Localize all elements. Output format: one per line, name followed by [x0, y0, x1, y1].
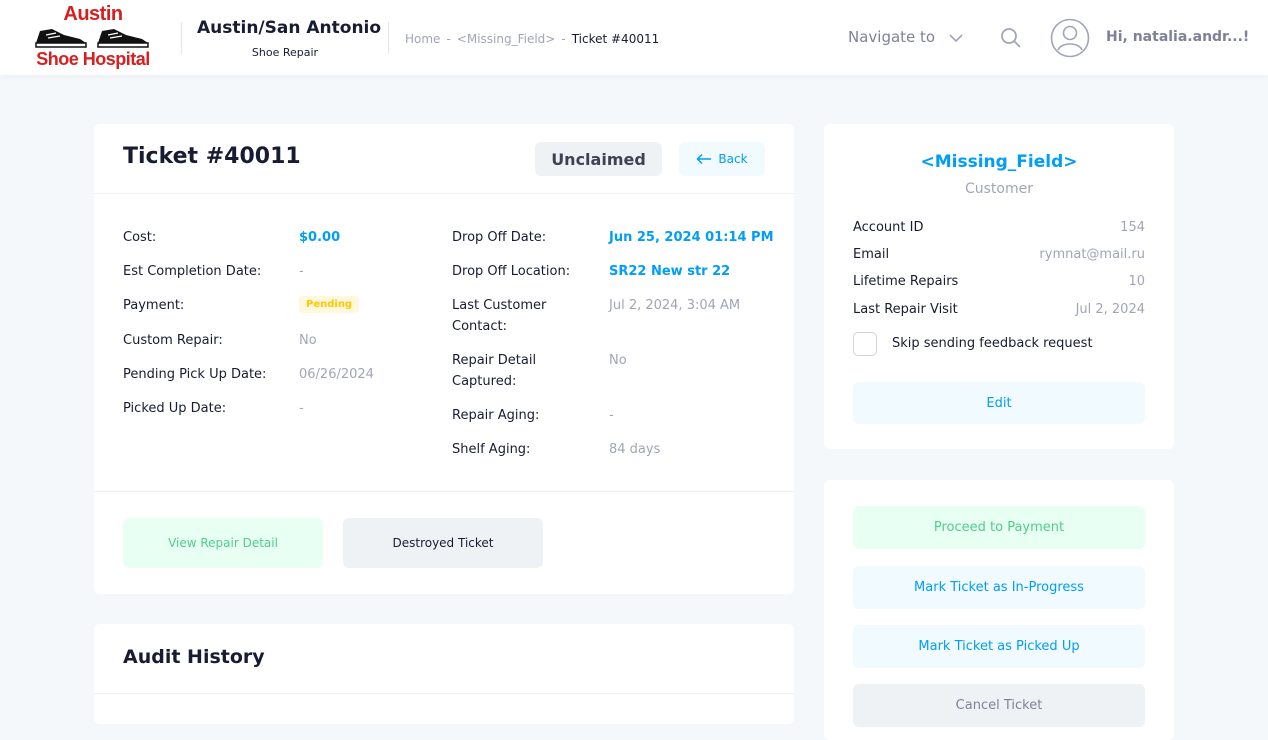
- drop-off-location-value[interactable]: SR22 New str 22: [609, 261, 730, 282]
- mark-picked-up-button[interactable]: Mark Ticket as Picked Up: [853, 625, 1145, 668]
- pending-pickup-label: Pending Pick Up Date:: [123, 367, 267, 382]
- last-repair-visit-row: Last Repair Visit Jul 2, 2024: [853, 302, 1145, 322]
- customer-name-link[interactable]: <Missing_Field>: [824, 152, 1174, 172]
- payment-status-badge: Pending: [299, 296, 360, 313]
- customer-card: <Missing_Field> Customer Account ID 154 …: [824, 124, 1174, 449]
- divider: [94, 491, 794, 492]
- mark-in-progress-button[interactable]: Mark Ticket as In-Progress: [853, 566, 1145, 609]
- ticket-title: Ticket #40011: [123, 144, 301, 169]
- repair-detail-captured-label: Repair Detail Captured:: [452, 353, 537, 389]
- ticket-actions-card: Proceed to Payment Mark Ticket as In-Pro…: [824, 480, 1174, 740]
- divider: [94, 693, 794, 694]
- pending-pickup-value: 06/26/2024: [299, 367, 374, 382]
- divider: [181, 22, 182, 54]
- customer-role: Customer: [964, 181, 1033, 197]
- sneakers-icon: [35, 29, 149, 48]
- est-completion-label: Est Completion Date:: [123, 264, 262, 279]
- logo-line-2: Shoe Hospital: [36, 49, 150, 69]
- cancel-ticket-button[interactable]: Cancel Ticket: [853, 684, 1145, 727]
- top-header: Austin Shoe Hospital Austin/San Antonio …: [0, 0, 1268, 75]
- brand-title: Austin/San Antonio: [197, 18, 382, 38]
- skip-feedback-checkbox[interactable]: [853, 332, 877, 356]
- shelf-aging-value: 84 days: [609, 442, 661, 457]
- last-repair-visit-label: Last Repair Visit: [853, 302, 958, 317]
- drop-off-date-value: Jun 25, 2024 01:14 PM: [609, 230, 774, 245]
- repair-aging-value: -: [609, 408, 614, 423]
- search-icon[interactable]: [1000, 27, 1022, 49]
- cost-value: $0.00: [299, 230, 341, 245]
- picked-up-value: -: [299, 401, 304, 416]
- lifetime-repairs-value: 10: [1128, 274, 1145, 289]
- account-id-value: 154: [1120, 220, 1145, 235]
- divider: [388, 22, 389, 54]
- account-id-label: Account ID: [853, 220, 924, 235]
- breadcrumb-separator: -: [561, 32, 566, 46]
- user-greeting[interactable]: Hi, natalia.andr...!: [1106, 29, 1249, 45]
- drop-off-location-label: Drop Off Location:: [452, 264, 571, 279]
- proceed-to-payment-button[interactable]: Proceed to Payment: [853, 506, 1145, 549]
- custom-repair-label: Custom Repair:: [123, 333, 223, 348]
- est-completion-value: -: [299, 264, 304, 279]
- edit-customer-button[interactable]: Edit: [853, 382, 1145, 424]
- divider: [94, 193, 794, 194]
- arrow-left-icon: [696, 153, 712, 165]
- logo[interactable]: Austin Shoe Hospital: [30, 3, 156, 73]
- breadcrumb-customer[interactable]: <Missing_Field>: [457, 32, 556, 46]
- repair-detail-captured-value: No: [609, 353, 627, 368]
- cost-label: Cost:: [123, 230, 157, 245]
- account-id-row: Account ID 154: [853, 220, 1145, 240]
- email-label: Email: [853, 247, 890, 262]
- email-row: Email rymnat@mail.ru: [853, 247, 1145, 267]
- brand-subtitle: Shoe Repair: [251, 46, 319, 59]
- skip-feedback-label[interactable]: Skip sending feedback request: [892, 336, 1093, 351]
- chevron-down-icon[interactable]: [948, 30, 964, 46]
- status-badge: Unclaimed: [535, 142, 662, 176]
- repair-aging-label: Repair Aging:: [452, 408, 540, 423]
- breadcrumb-home[interactable]: Home: [405, 32, 440, 46]
- email-value: rymnat@mail.ru: [1039, 247, 1145, 262]
- breadcrumb: Home - <Missing_Field> - Ticket #40011: [405, 32, 659, 46]
- last-contact-label: Last Customer Contact:: [452, 298, 547, 334]
- picked-up-label: Picked Up Date:: [123, 401, 227, 416]
- navigate-to-dropdown[interactable]: Navigate to: [848, 28, 935, 46]
- back-label: Back: [718, 152, 748, 166]
- last-repair-visit-value: Jul 2, 2024: [1075, 302, 1145, 317]
- drop-off-date-label: Drop Off Date:: [452, 230, 547, 245]
- user-avatar-icon[interactable]: [1050, 18, 1090, 58]
- ticket-card: Ticket #40011 Unclaimed Back Cost: $0.00…: [94, 124, 794, 594]
- shelf-aging-label: Shelf Aging:: [452, 442, 531, 457]
- breadcrumb-current: Ticket #40011: [571, 32, 660, 46]
- lifetime-repairs-row: Lifetime Repairs 10: [853, 274, 1145, 294]
- payment-label: Payment:: [123, 298, 185, 313]
- back-button[interactable]: Back: [679, 142, 765, 176]
- breadcrumb-separator: -: [446, 32, 451, 46]
- audit-history-title: Audit History: [123, 646, 265, 668]
- last-contact-value: Jul 2, 2024, 3:04 AM: [609, 298, 741, 313]
- audit-history-card: Audit History: [94, 624, 794, 724]
- custom-repair-value: No: [299, 333, 317, 348]
- view-repair-detail-button[interactable]: View Repair Detail: [123, 518, 323, 568]
- lifetime-repairs-label: Lifetime Repairs: [853, 274, 959, 289]
- destroyed-ticket-button[interactable]: Destroyed Ticket: [343, 518, 543, 568]
